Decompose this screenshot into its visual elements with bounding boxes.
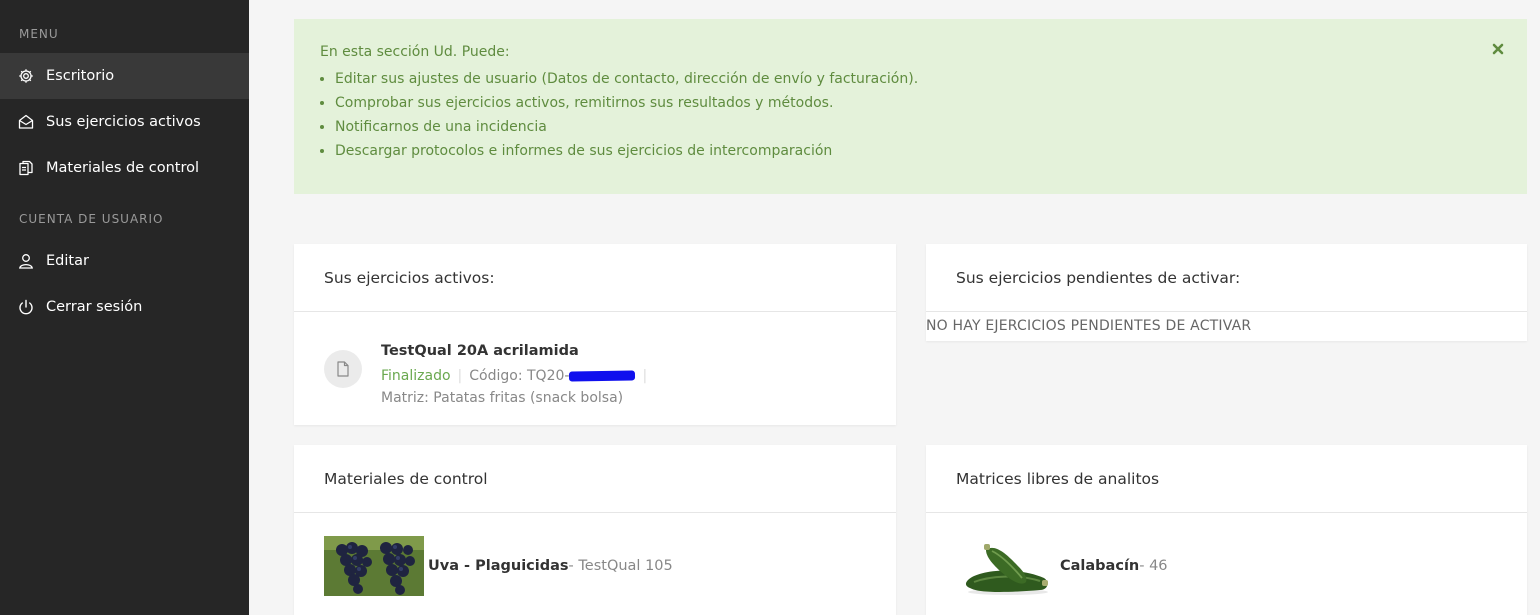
matrix-name[interactable]: Calabacín <box>1060 558 1139 574</box>
empty-message: NO HAY EJERCICIOS PENDIENTES DE ACTIVAR <box>926 318 1252 334</box>
matrix-item[interactable]: Calabacín - 46 <box>956 536 1168 596</box>
close-icon[interactable] <box>1491 42 1505 56</box>
sidebar-item-cerrar-sesion[interactable]: Cerrar sesión <box>0 284 249 330</box>
card-title: Sus ejercicios activos: <box>294 244 896 312</box>
sidebar: MENU Escritorio Sus ejercicios activos M… <box>0 0 249 615</box>
alert-list-item: Editar sus ajustes de usuario (Datos de … <box>335 70 918 94</box>
file-icon <box>324 350 362 388</box>
status-badge: Finalizado <box>381 368 451 384</box>
card-title: Sus ejercicios pendientes de activar: <box>926 244 1527 312</box>
active-exercises-card: Sus ejercicios activos: TestQual 20A acr… <box>294 244 896 425</box>
exercise-title[interactable]: TestQual 20A acrilamida <box>381 342 654 362</box>
info-alert: En esta sección Ud. Puede: Editar sus aj… <box>294 19 1527 194</box>
free-matrices-card: Matrices libres de analitos Calabacín - … <box>926 445 1527 615</box>
user-icon <box>19 254 33 269</box>
envelope-open-icon <box>18 114 34 129</box>
alert-list: Editar sus ajustes de usuario (Datos de … <box>335 70 918 166</box>
exercise-matrix: Matriz: Patatas fritas (snack bolsa) <box>381 390 624 406</box>
sidebar-menu-title: MENU <box>19 27 59 41</box>
copy-icon <box>19 160 33 176</box>
card-title: Matrices libres de analitos <box>926 445 1527 513</box>
sidebar-account-title: CUENTA DE USUARIO <box>19 212 164 226</box>
alert-list-item: Comprobar sus ejercicios activos, remiti… <box>335 94 918 118</box>
material-item[interactable]: Uva - Plaguicidas - TestQual 105 <box>324 536 673 596</box>
sidebar-item-label: Materiales de control <box>46 160 199 176</box>
gear-icon <box>19 69 33 83</box>
grapes-image <box>324 536 424 596</box>
control-materials-card: Materiales de control Uva - Plaguicidas … <box>294 445 896 615</box>
card-title: Materiales de control <box>294 445 896 513</box>
material-name[interactable]: Uva - Plaguicidas <box>428 558 569 574</box>
sidebar-item-materiales-de-control[interactable]: Materiales de control <box>0 145 249 191</box>
sidebar-item-label: Editar <box>46 253 89 269</box>
sidebar-item-label: Cerrar sesión <box>46 299 143 315</box>
matrix-meta: - 46 <box>1139 558 1168 574</box>
power-icon <box>19 299 33 315</box>
meta-separator: | <box>457 368 463 384</box>
sidebar-item-label: Escritorio <box>46 68 115 84</box>
material-meta: - TestQual 105 <box>568 558 673 574</box>
sidebar-item-editar[interactable]: Editar <box>0 238 249 284</box>
alert-list-item: Descargar protocolos e informes de sus e… <box>335 142 918 166</box>
meta-separator: | <box>642 368 648 384</box>
exercise-meta: Finalizado | Código: TQ20- | <box>381 367 654 387</box>
zucchini-image <box>956 536 1056 596</box>
sidebar-item-sus-ejercicios-activos[interactable]: Sus ejercicios activos <box>0 99 249 145</box>
alert-list-item: Notificarnos de una incidencia <box>335 118 918 142</box>
pending-exercises-card: Sus ejercicios pendientes de activar: NO… <box>926 244 1527 341</box>
exercise-code: Código: TQ20- <box>469 368 570 384</box>
sidebar-item-label: Sus ejercicios activos <box>46 114 201 130</box>
redaction-mark <box>569 370 636 382</box>
alert-intro: En esta sección Ud. Puede: <box>320 44 510 60</box>
sidebar-item-escritorio[interactable]: Escritorio <box>0 53 249 99</box>
exercise-details: TestQual 20A acrilamida Finalizado | Códig… <box>381 342 654 406</box>
